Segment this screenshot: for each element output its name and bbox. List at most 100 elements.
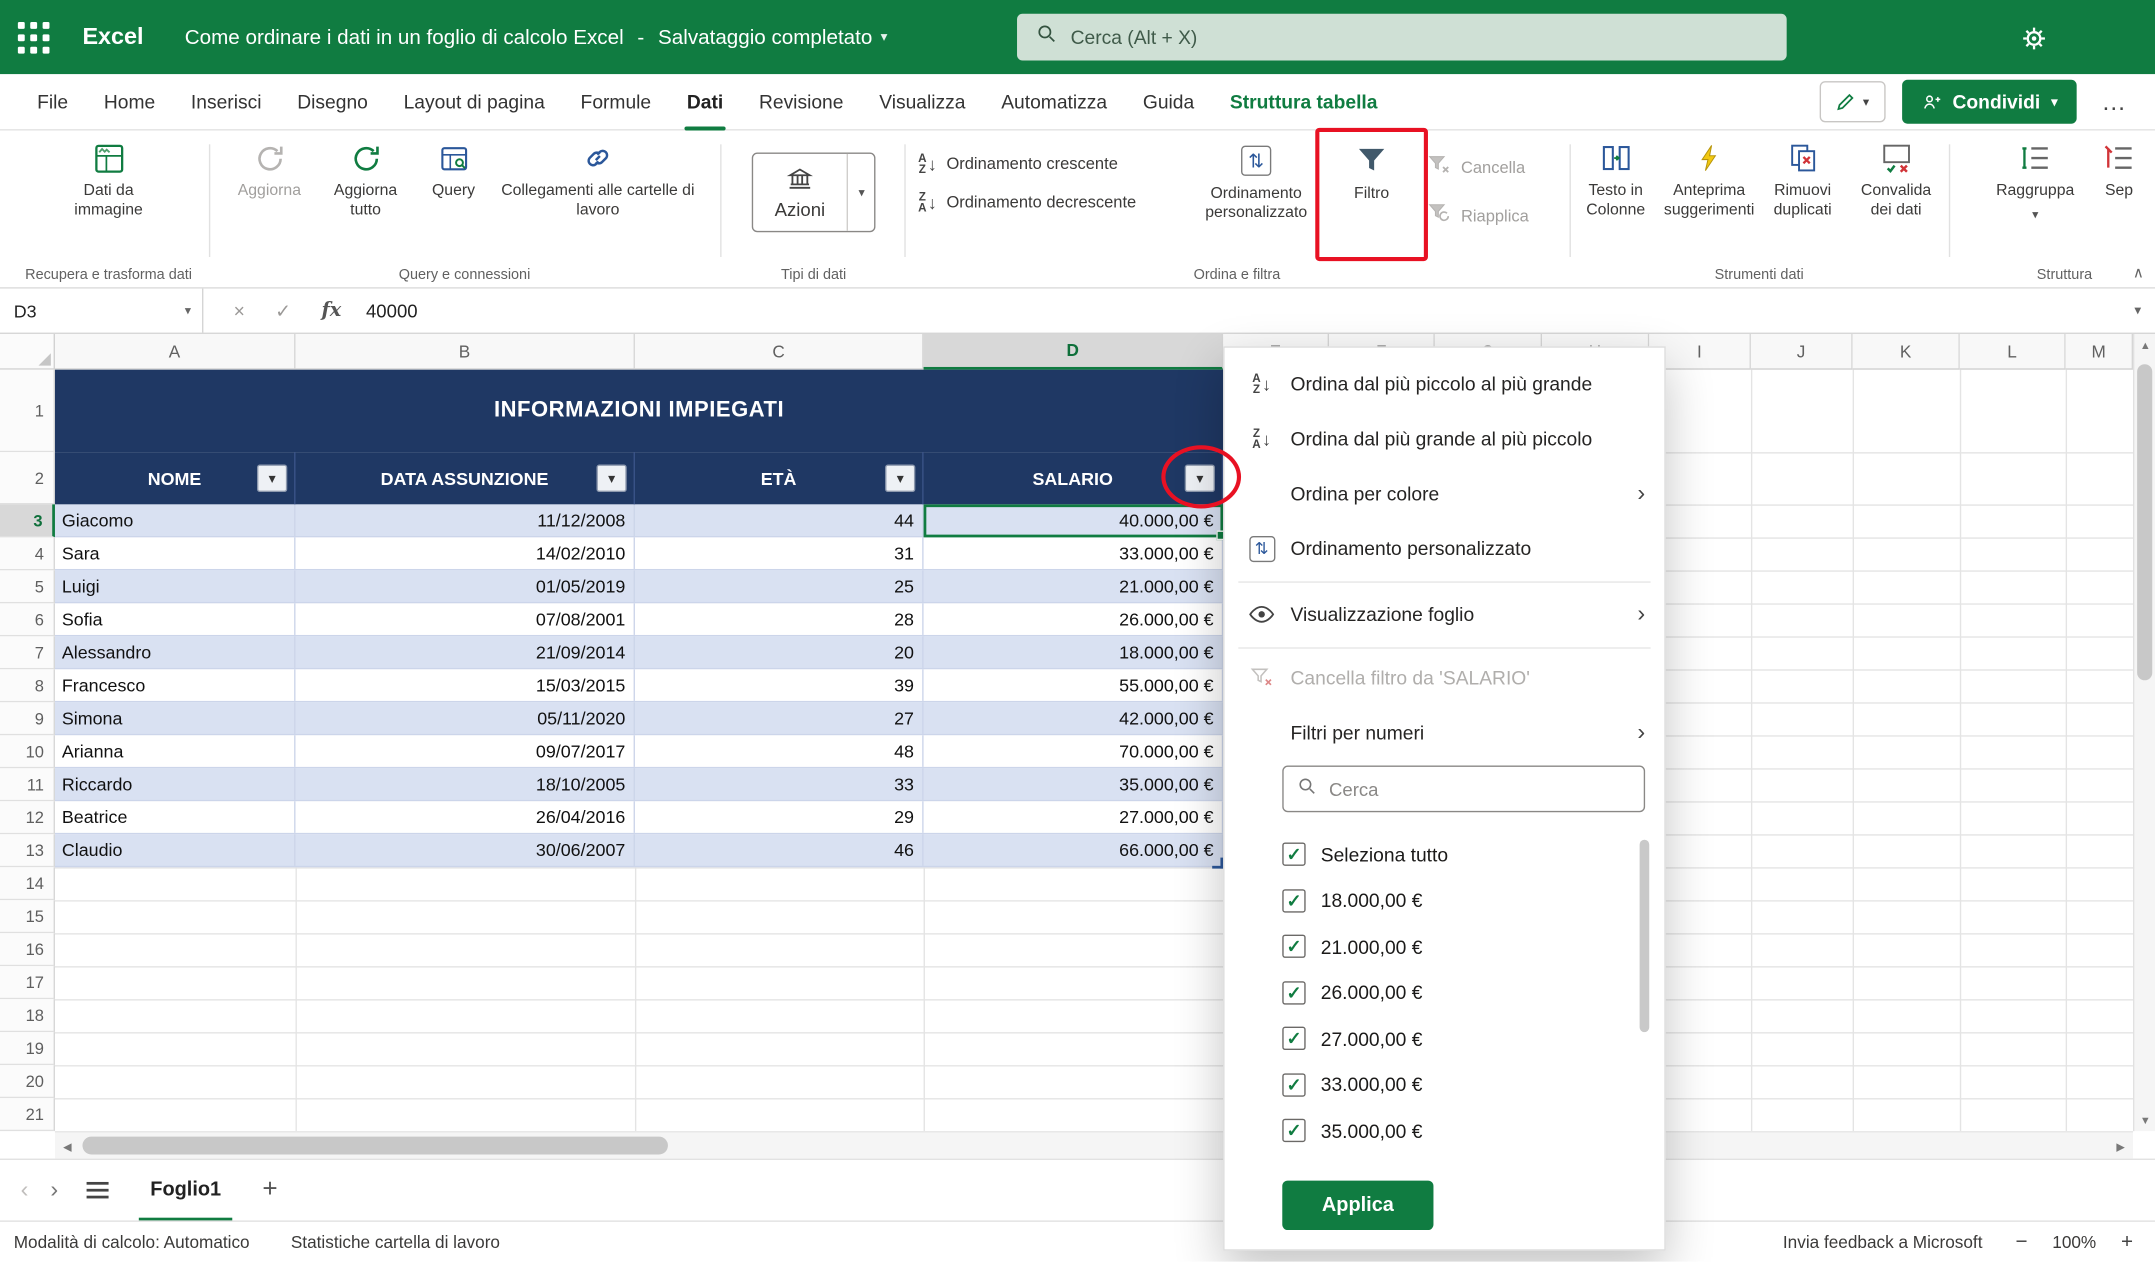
cell[interactable]: 48: [635, 735, 924, 767]
calc-mode-status[interactable]: Modalità di calcolo: Automatico: [14, 1232, 250, 1251]
cell[interactable]: 21/09/2014: [295, 636, 635, 668]
vertical-scrollbar[interactable]: ▲ ▼: [2133, 333, 2155, 1132]
chevron-down-icon[interactable]: ▾: [847, 153, 874, 231]
cell[interactable]: 29: [635, 801, 924, 833]
more-options-button[interactable]: …: [2093, 87, 2136, 116]
cell[interactable]: 07/08/2001: [295, 603, 635, 635]
ordinamento-personalizzato-button[interactable]: ⇅ Ordinamento personalizzato: [1189, 142, 1324, 223]
row-header-3[interactable]: 3: [0, 504, 55, 538]
tab-disegno[interactable]: Disegno: [279, 74, 385, 130]
testo-in-colonne-button[interactable]: Testo in Colonne: [1575, 139, 1656, 220]
filter-search-box[interactable]: [1282, 765, 1646, 813]
row-header-19[interactable]: 19: [0, 1032, 55, 1066]
menu-clear-filter[interactable]: Cancella filtro da 'SALARIO': [1225, 653, 1665, 702]
query-button[interactable]: Query: [419, 139, 488, 202]
filter-item-26-000-00[interactable]: ✓ 26.000,00 €: [1282, 970, 1637, 1016]
cell[interactable]: 35.000,00 €: [924, 768, 1224, 800]
filter-item-21-000-00[interactable]: ✓ 21.000,00 €: [1282, 924, 1637, 970]
cell[interactable]: 33: [635, 768, 924, 800]
checkbox-icon[interactable]: ✓: [1282, 1119, 1306, 1143]
tab-visualizza[interactable]: Visualizza: [861, 74, 983, 130]
cell[interactable]: 55.000,00 €: [924, 669, 1224, 701]
row-header-6[interactable]: 6: [0, 603, 55, 637]
tab-automatizza[interactable]: Automatizza: [983, 74, 1125, 130]
azioni-dropdown[interactable]: Azioni ▾: [751, 152, 877, 233]
zoom-in-button[interactable]: +: [2121, 1230, 2133, 1253]
column-header-J[interactable]: J: [1750, 333, 1853, 370]
cell[interactable]: 39: [635, 669, 924, 701]
row-header-4[interactable]: 4: [0, 537, 55, 571]
settings-gear-button[interactable]: [2015, 19, 2053, 57]
chevron-down-icon[interactable]: ▾: [185, 303, 191, 318]
row-header-8[interactable]: 8: [0, 669, 55, 703]
ordinamento-decrescente-button[interactable]: Z A ↓ Ordinamento decrescente: [918, 191, 1136, 214]
row-header-7[interactable]: 7: [0, 636, 55, 670]
header-search-box[interactable]: [1017, 13, 1787, 61]
ordinamento-crescente-button[interactable]: A Z ↓ Ordinamento crescente: [918, 152, 1136, 175]
anteprima-suggerimenti-button[interactable]: Anteprima suggerimenti: [1662, 139, 1757, 220]
sheet-list-menu-icon[interactable]: [87, 1181, 110, 1199]
next-sheet-icon[interactable]: ›: [41, 1176, 68, 1203]
cell[interactable]: 01/05/2019: [295, 570, 635, 602]
row-header-11[interactable]: 11: [0, 768, 55, 802]
row-header-16[interactable]: 16: [0, 933, 55, 967]
aggiorna-button[interactable]: Aggiorna: [227, 139, 312, 202]
row-header-20[interactable]: 20: [0, 1065, 55, 1099]
cell[interactable]: 44: [635, 504, 924, 537]
cell[interactable]: Giacomo: [55, 504, 296, 537]
dati-da-immagine-button[interactable]: Dati da immagine: [49, 139, 167, 220]
draw-pen-button[interactable]: ▾: [1819, 81, 1886, 123]
cell[interactable]: 20: [635, 636, 924, 668]
filter-item-35-000-00[interactable]: ✓ 35.000,00 €: [1282, 1108, 1637, 1154]
menu-number-filters[interactable]: Filtri per numeri ›: [1225, 705, 1665, 760]
tab-layout-di-pagina[interactable]: Layout di pagina: [386, 74, 563, 130]
cell[interactable]: 28: [635, 603, 924, 635]
filter-list-scroll-thumb[interactable]: [1639, 839, 1650, 1033]
spreadsheet-grid[interactable]: ABCDEFGHIJKLM 12345678910111213141516171…: [0, 333, 2135, 1133]
menu-sort-ascending[interactable]: A Z ↓ Ordina dal più piccolo al più grande: [1225, 356, 1665, 411]
tab-guida[interactable]: Guida: [1125, 74, 1212, 130]
cell[interactable]: 66.000,00 €: [924, 834, 1224, 866]
filter-item-27-000-00[interactable]: ✓ 27.000,00 €: [1282, 1016, 1637, 1062]
filter-button-data-assunzione[interactable]: ▾: [596, 464, 627, 493]
row-header-15[interactable]: 15: [0, 900, 55, 934]
zoom-out-button[interactable]: −: [2015, 1230, 2027, 1253]
expand-formula-bar-icon[interactable]: ▾: [2134, 303, 2141, 318]
cell[interactable]: Claudio: [55, 834, 296, 866]
cell[interactable]: 21.000,00 €: [924, 570, 1224, 602]
row-header-13[interactable]: 13: [0, 834, 55, 868]
cell[interactable]: 30/06/2007: [295, 834, 635, 866]
column-header-C[interactable]: C: [634, 333, 924, 370]
vertical-scroll-thumb[interactable]: [2137, 364, 2153, 681]
cell[interactable]: Riccardo: [55, 768, 296, 800]
menu-sort-descending[interactable]: Z A ↓ Ordina dal più grande al più piccolo: [1225, 411, 1665, 466]
table-resize-handle[interactable]: [1212, 857, 1224, 869]
tab-struttura-tabella[interactable]: Struttura tabella: [1212, 74, 1395, 130]
cell[interactable]: Simona: [55, 702, 296, 734]
column-header-D[interactable]: D: [923, 333, 1224, 370]
checkbox-icon[interactable]: ✓: [1282, 1073, 1306, 1097]
document-title[interactable]: Come ordinare i dati in un foglio di cal…: [185, 25, 624, 48]
column-header-A[interactable]: A: [54, 333, 296, 370]
horizontal-scrollbar[interactable]: ◀ ▶: [54, 1131, 2134, 1159]
cell[interactable]: 14/02/2010: [295, 537, 635, 569]
cell[interactable]: 05/11/2020: [295, 702, 635, 734]
tab-file[interactable]: File: [19, 74, 86, 130]
scroll-right-icon[interactable]: ▶: [2108, 1132, 2133, 1159]
cell[interactable]: Luigi: [55, 570, 296, 602]
cell[interactable]: 42.000,00 €: [924, 702, 1224, 734]
cell[interactable]: Alessandro: [55, 636, 296, 668]
cell[interactable]: 11/12/2008: [295, 504, 635, 537]
filter-search-input[interactable]: [1329, 778, 1604, 800]
scroll-down-icon[interactable]: ▼: [2134, 1109, 2155, 1131]
cell[interactable]: 18/10/2005: [295, 768, 635, 800]
tab-dati[interactable]: Dati: [669, 74, 741, 130]
row-header-2[interactable]: 2: [0, 452, 55, 505]
filter-button-et[interactable]: ▾: [885, 464, 916, 493]
scroll-up-icon[interactable]: ▲: [2134, 334, 2155, 356]
header-search-input[interactable]: [1070, 26, 1676, 49]
cell[interactable]: 18.000,00 €: [924, 636, 1224, 668]
filtro-button[interactable]: Filtro: [1326, 142, 1417, 205]
cell[interactable]: 33.000,00 €: [924, 537, 1224, 569]
menu-custom-sort[interactable]: ⇅ Ordinamento personalizzato: [1225, 521, 1665, 576]
